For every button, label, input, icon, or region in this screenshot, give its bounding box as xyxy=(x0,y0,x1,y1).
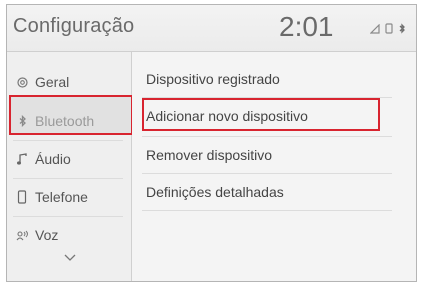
sidebar-item-label: Bluetooth xyxy=(35,113,95,129)
sidebar-item-voz[interactable]: Voz xyxy=(15,217,133,253)
settings-screen: Configuração 2:01 Geral Bluetoo xyxy=(6,4,417,282)
main-panel: Dispositivo registrado Adicionar novo di… xyxy=(132,52,416,281)
divider xyxy=(142,136,392,137)
sidebar-item-bluetooth-overlay: Bluetooth xyxy=(15,103,133,139)
list-item-registered-device[interactable]: Dispositivo registrado xyxy=(146,64,386,94)
sidebar-item-telefone[interactable]: Telefone xyxy=(15,179,133,215)
header-bar: Configuração 2:01 xyxy=(7,5,416,52)
sidebar-item-label: Geral xyxy=(35,74,70,90)
chevron-down-icon[interactable] xyxy=(63,251,77,265)
gear-icon xyxy=(15,75,29,89)
list-item-remove-device[interactable]: Remover dispositivo xyxy=(146,140,386,170)
sidebar-item-label: Voz xyxy=(35,227,59,243)
signal-icon xyxy=(369,23,380,37)
sidebar-item-label: Telefone xyxy=(35,189,88,205)
clock: 2:01 xyxy=(279,11,334,42)
bluetooth-icon xyxy=(15,114,29,128)
voice-icon xyxy=(15,228,29,242)
add-device-highlight xyxy=(142,98,380,131)
bluetooth-icon xyxy=(398,23,406,37)
divider xyxy=(142,210,392,211)
list-item-detailed-settings[interactable]: Definições detalhadas xyxy=(146,177,386,207)
status-icons xyxy=(369,23,406,37)
page-title: Configuração xyxy=(13,15,135,37)
phone-icon xyxy=(15,190,29,204)
divider xyxy=(142,173,392,174)
music-note-icon xyxy=(15,152,29,166)
sidebar: Geral Bluetooth Áudio Telefone xyxy=(7,52,133,281)
sidebar-item-label: Áudio xyxy=(35,151,71,167)
phone-icon xyxy=(385,23,393,37)
sidebar-item-audio[interactable]: Áudio xyxy=(15,141,133,177)
